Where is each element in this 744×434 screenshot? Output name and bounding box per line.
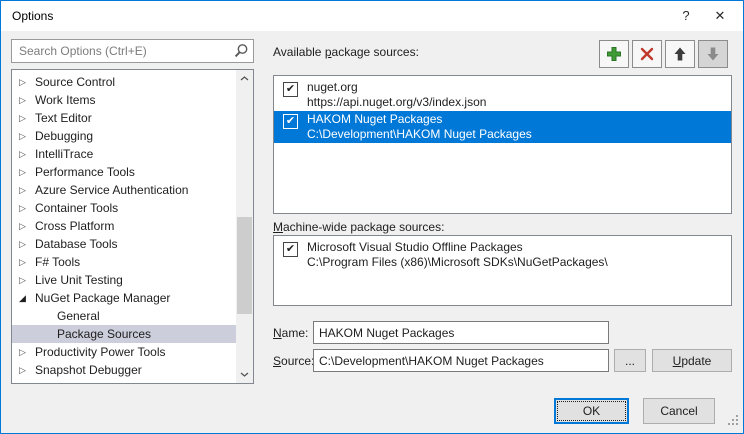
collapsed-triangle-icon: [19, 91, 35, 109]
update-button[interactable]: Update: [652, 349, 732, 372]
name-label: Name:: [273, 326, 308, 340]
tree-item-nuget-package-manager[interactable]: NuGet Package Manager: [12, 289, 236, 307]
help-icon: ?: [682, 8, 689, 23]
collapsed-triangle-icon: [19, 127, 35, 145]
package-source-url: https://api.nuget.org/v3/index.json: [307, 95, 486, 110]
scroll-up-icon[interactable]: [236, 70, 253, 87]
name-field[interactable]: [313, 321, 609, 344]
search-input[interactable]: [11, 39, 254, 63]
tree-item-text-editor[interactable]: Text Editor: [12, 109, 236, 127]
tree-item-fsharp-tools[interactable]: F# Tools: [12, 253, 236, 271]
tree-item-source-control[interactable]: Source Control: [12, 73, 236, 91]
tree-item-general[interactable]: General: [12, 307, 236, 325]
tree-item-cross-platform[interactable]: Cross Platform: [12, 217, 236, 235]
tree-item-live-unit-testing[interactable]: Live Unit Testing: [12, 271, 236, 289]
collapsed-triangle-icon: [19, 145, 35, 163]
checkbox-checked-icon[interactable]: [283, 114, 298, 129]
source-field[interactable]: [313, 349, 609, 372]
titlebar: Options ? ✕: [1, 1, 743, 31]
package-source-item-hakom[interactable]: HAKOM Nuget Packages C:\Development\HAKO…: [274, 111, 731, 143]
collapsed-triangle-icon: [19, 235, 35, 253]
resize-grip-icon[interactable]: [726, 413, 739, 429]
add-source-button[interactable]: [599, 40, 629, 68]
options-tree: Source Control Work Items Text Editor De…: [11, 69, 254, 384]
remove-source-button[interactable]: [632, 40, 662, 68]
options-dialog: Options ? ✕ Source Control Work Items Te…: [0, 0, 744, 434]
tree-item-package-sources[interactable]: Package Sources: [12, 325, 236, 343]
collapsed-triangle-icon: [19, 253, 35, 271]
collapsed-triangle-icon: [19, 217, 35, 235]
tree-item-work-items[interactable]: Work Items: [12, 91, 236, 109]
collapsed-triangle-icon: [19, 361, 35, 379]
tree-item-database-tools[interactable]: Database Tools: [12, 235, 236, 253]
ok-button[interactable]: OK: [554, 398, 629, 424]
collapsed-triangle-icon: [19, 379, 35, 384]
scrollbar-thumb[interactable]: [237, 217, 252, 314]
close-icon: ✕: [715, 8, 726, 23]
package-source-name: Microsoft Visual Studio Offline Packages: [307, 240, 608, 255]
package-source-toolbar: [599, 40, 728, 68]
checkbox-checked-icon[interactable]: [283, 82, 298, 97]
help-button[interactable]: ?: [669, 1, 703, 31]
browse-button[interactable]: ...: [614, 349, 646, 372]
up-arrow-icon: [672, 46, 688, 62]
available-sources-list: nuget.org https://api.nuget.org/v3/index…: [273, 75, 732, 214]
collapsed-triangle-icon: [19, 109, 35, 127]
package-source-item-nuget-org[interactable]: nuget.org https://api.nuget.org/v3/index…: [274, 79, 731, 111]
tree-item-snapshot-debugger[interactable]: Snapshot Debugger: [12, 361, 236, 379]
down-arrow-icon: [705, 46, 721, 62]
package-source-url: C:\Program Files (x86)\Microsoft SDKs\Nu…: [307, 255, 608, 270]
close-button[interactable]: ✕: [703, 1, 737, 31]
collapsed-triangle-icon: [19, 181, 35, 199]
machine-wide-sources-label: Machine-wide package sources:: [273, 220, 444, 234]
plus-icon: [606, 46, 622, 62]
move-up-button[interactable]: [665, 40, 695, 68]
move-down-button[interactable]: [698, 40, 728, 68]
scroll-down-icon[interactable]: [236, 366, 253, 383]
search-icon[interactable]: [233, 43, 249, 59]
checkbox-checked-icon[interactable]: [283, 242, 298, 257]
tree-item-container-tools[interactable]: Container Tools: [12, 199, 236, 217]
dialog-title: Options: [12, 9, 53, 23]
expanded-triangle-icon: [19, 289, 35, 307]
collapsed-triangle-icon: [19, 271, 35, 289]
collapsed-triangle-icon: [19, 343, 35, 361]
red-x-icon: [639, 46, 655, 62]
tree-item-azure-service-authentication[interactable]: Azure Service Authentication: [12, 181, 236, 199]
cancel-button[interactable]: Cancel: [643, 398, 715, 424]
collapsed-triangle-icon: [19, 73, 35, 91]
package-source-name: HAKOM Nuget Packages: [307, 112, 532, 127]
tree-item-debugging[interactable]: Debugging: [12, 127, 236, 145]
collapsed-triangle-icon: [19, 199, 35, 217]
tree-item-intellitrace[interactable]: IntelliTrace: [12, 145, 236, 163]
tree-item-sql-server-tools[interactable]: SQL Server Tools: [12, 379, 236, 384]
tree-scrollbar[interactable]: [236, 70, 253, 383]
search-box: [11, 39, 254, 63]
available-sources-label: Available package sources:: [273, 45, 419, 59]
package-source-name: nuget.org: [307, 80, 486, 95]
package-source-url: C:\Development\HAKOM Nuget Packages: [307, 127, 532, 142]
package-source-item-vs-offline[interactable]: Microsoft Visual Studio Offline Packages…: [274, 239, 731, 271]
tree-item-productivity-power-tools[interactable]: Productivity Power Tools: [12, 343, 236, 361]
source-label: Source:: [273, 354, 314, 368]
collapsed-triangle-icon: [19, 163, 35, 181]
machine-wide-sources-list: Microsoft Visual Studio Offline Packages…: [273, 235, 732, 306]
tree-item-performance-tools[interactable]: Performance Tools: [12, 163, 236, 181]
